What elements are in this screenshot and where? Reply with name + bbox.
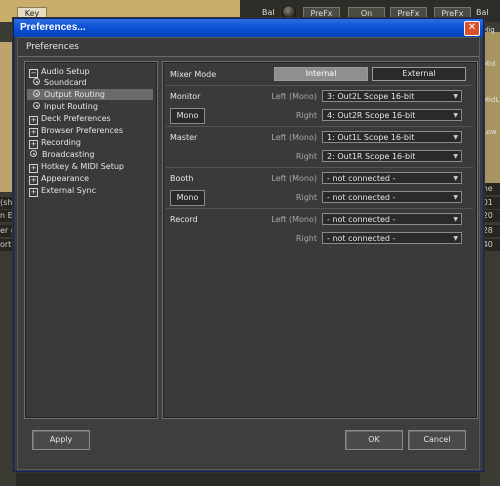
tree-item-audio-setup[interactable]: − Audio Setup xyxy=(29,66,90,78)
dialog-title: Preferences... xyxy=(20,22,86,33)
select-value: 3: Out2L Scope 16-bit xyxy=(327,92,415,101)
tree-item-label: Input Routing xyxy=(44,102,98,111)
mixer-mode-label: Mixer Mode xyxy=(170,70,217,79)
select-value: 4: Out2R Scope 16-bit xyxy=(327,111,416,120)
select-value: - not connected - xyxy=(327,193,396,202)
bal-label: Bal xyxy=(262,8,275,17)
chevron-down-icon: ▼ xyxy=(453,194,458,201)
chevron-down-icon: ▼ xyxy=(453,93,458,100)
select-value: - not connected - xyxy=(327,215,396,224)
bullet-icon xyxy=(30,150,37,157)
separator xyxy=(166,85,473,86)
monitor-label: Monitor xyxy=(170,92,201,101)
booth-left-label: Left (Mono) xyxy=(271,174,317,183)
master-label: Master xyxy=(170,133,198,142)
tree-item-broadcasting[interactable]: Broadcasting xyxy=(29,149,94,160)
tree-item-label: Output Routing xyxy=(44,90,106,99)
master-right-select[interactable]: 2: Out1R Scope 16-bit ▼ xyxy=(322,150,462,162)
tree-item-recording[interactable]: + Recording xyxy=(29,137,82,149)
separator xyxy=(166,167,473,168)
cancel-button[interactable]: Cancel xyxy=(408,430,466,450)
expand-icon[interactable]: + xyxy=(29,128,38,137)
separator xyxy=(166,208,473,209)
select-value: - not connected - xyxy=(327,234,396,243)
mixer-mode-internal-button[interactable]: Internal xyxy=(274,67,368,81)
select-value: 2: Out1R Scope 16-bit xyxy=(327,152,416,161)
chevron-down-icon: ▼ xyxy=(453,153,458,160)
eq-low-label: Low xyxy=(483,128,497,136)
bullet-icon xyxy=(33,78,40,85)
ok-button[interactable]: OK xyxy=(345,430,403,450)
booth-label: Booth xyxy=(170,174,194,183)
tree-item-label: Soundcard xyxy=(44,78,87,87)
booth-mono-button[interactable]: Mono xyxy=(170,190,205,206)
bullet-icon xyxy=(33,90,40,97)
booth-right-label: Right xyxy=(295,193,317,202)
tree-item-hotkey-midi-setup[interactable]: + Hotkey & MIDI Setup xyxy=(29,161,124,173)
tree-item-appearance[interactable]: + Appearance xyxy=(29,173,90,185)
expand-icon[interactable]: + xyxy=(29,140,38,149)
monitor-right-label: Right xyxy=(295,111,317,120)
record-right-label: Right xyxy=(295,234,317,243)
dialog-titlebar[interactable]: Preferences... ✕ xyxy=(14,19,483,37)
monitor-left-label: Left (Mono) xyxy=(271,92,317,101)
bal-label-2: Bal xyxy=(476,8,489,17)
tree-item-browser-preferences[interactable]: + Browser Preferences xyxy=(29,125,124,137)
category-tree: − Audio Setup Soundcard Output Routing In… xyxy=(24,61,158,419)
tree-item-output-routing[interactable]: Output Routing xyxy=(27,89,153,100)
expand-icon[interactable]: + xyxy=(29,164,38,173)
tree-item-external-sync[interactable]: + External Sync xyxy=(29,185,97,197)
select-value: - not connected - xyxy=(327,174,396,183)
preferences-header-label: Preferences xyxy=(26,42,79,52)
tree-item-label: Recording xyxy=(41,138,82,147)
tree-item-deck-preferences[interactable]: + Deck Preferences xyxy=(29,113,111,125)
bullet-icon xyxy=(33,102,40,109)
tree-item-label: Audio Setup xyxy=(41,67,90,76)
master-left-label: Left (Mono) xyxy=(271,133,317,142)
monitor-mono-button[interactable]: Mono xyxy=(170,108,205,124)
master-left-select[interactable]: 1: Out1L Scope 16-bit ▼ xyxy=(322,131,462,143)
master-right-label: Right xyxy=(295,152,317,161)
record-left-label: Left (Mono) xyxy=(271,215,317,224)
preferences-dialog: Preferences... ✕ Preferences − Audio Setu… xyxy=(13,18,484,472)
eq-high-label: Hig xyxy=(483,26,495,34)
chevron-down-icon: ▼ xyxy=(453,112,458,119)
chevron-down-icon: ▼ xyxy=(453,235,458,242)
expand-icon[interactable]: + xyxy=(29,176,38,185)
expand-icon[interactable]: + xyxy=(29,116,38,125)
chevron-down-icon: ▼ xyxy=(453,134,458,141)
tree-item-label: Appearance xyxy=(41,174,90,183)
output-routing-panel: Mixer Mode Internal External Monitor Lef… xyxy=(162,61,478,419)
booth-right-select[interactable]: - not connected - ▼ xyxy=(322,191,462,203)
monitor-left-select[interactable]: 3: Out2L Scope 16-bit ▼ xyxy=(322,90,462,102)
chevron-down-icon: ▼ xyxy=(453,216,458,223)
tree-item-label: Hotkey & MIDI Setup xyxy=(41,162,124,171)
chevron-down-icon: ▼ xyxy=(453,175,458,182)
mixer-mode-external-button[interactable]: External xyxy=(372,67,466,81)
eq-midlow-label: MidL xyxy=(483,96,500,104)
preferences-header: Preferences xyxy=(18,38,479,57)
record-right-select[interactable]: - not connected - ▼ xyxy=(322,232,462,244)
eq-mid-label: Mid xyxy=(483,60,496,68)
close-icon[interactable]: ✕ xyxy=(464,21,480,36)
bal-knob[interactable] xyxy=(282,5,296,19)
record-label: Record xyxy=(170,215,198,224)
tree-item-label: External Sync xyxy=(41,186,97,195)
apply-button[interactable]: Apply xyxy=(32,430,90,450)
tree-item-soundcard[interactable]: Soundcard xyxy=(33,77,87,88)
expand-icon[interactable]: + xyxy=(29,188,38,197)
booth-left-select[interactable]: - not connected - ▼ xyxy=(322,172,462,184)
select-value: 1: Out1L Scope 16-bit xyxy=(327,133,415,142)
tree-item-input-routing[interactable]: Input Routing xyxy=(33,101,98,112)
tree-item-label: Browser Preferences xyxy=(41,126,124,135)
separator xyxy=(166,126,473,127)
record-left-select[interactable]: - not connected - ▼ xyxy=(322,213,462,225)
tree-item-label: Broadcasting xyxy=(42,150,95,159)
tree-item-label: Deck Preferences xyxy=(41,114,111,123)
preferences-frame: Preferences − Audio Setup Soundcard Outpu… xyxy=(17,37,480,470)
monitor-right-select[interactable]: 4: Out2R Scope 16-bit ▼ xyxy=(322,109,462,121)
